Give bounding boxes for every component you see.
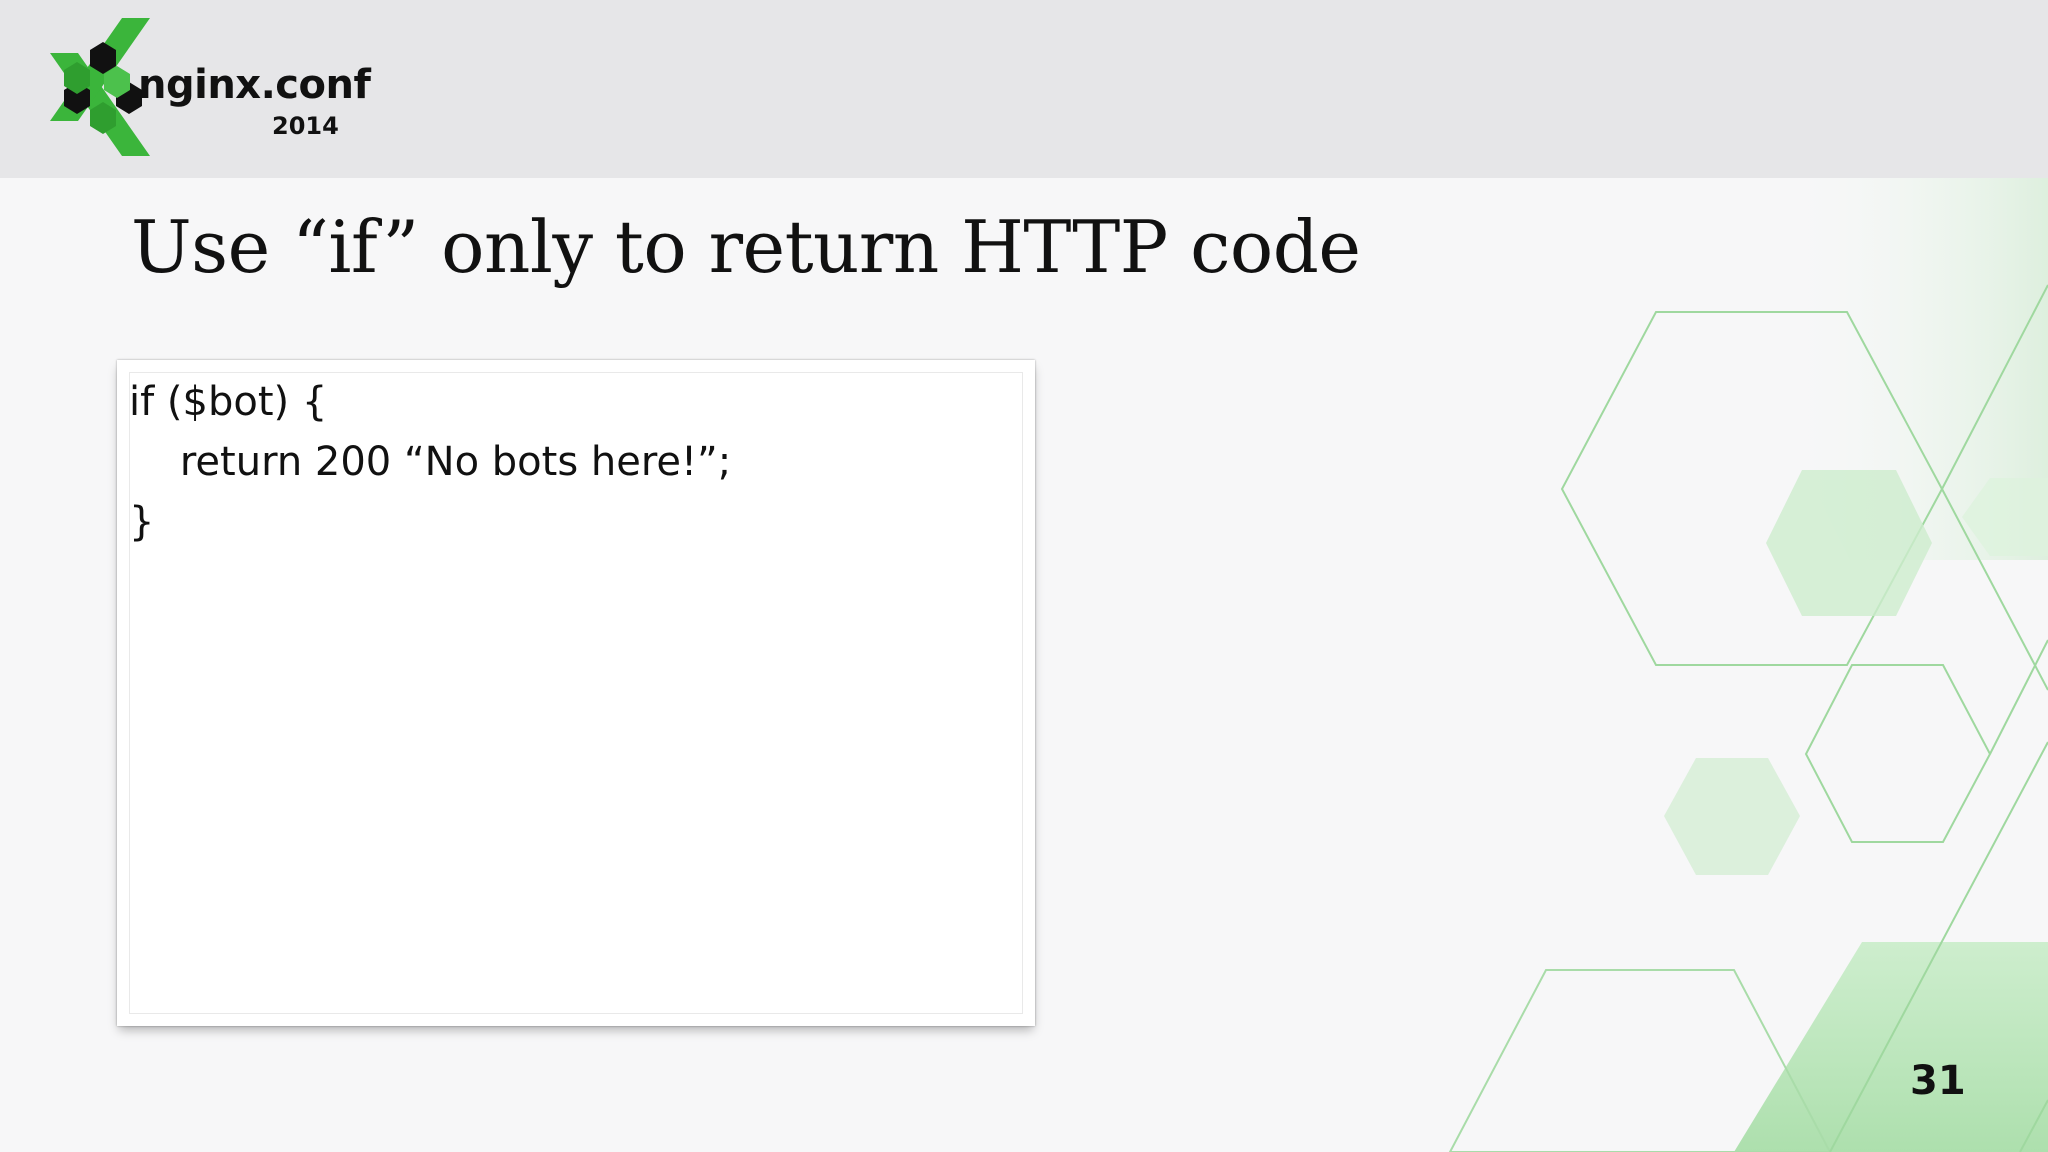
slide-title: Use “if” only to return HTTP code	[131, 205, 1361, 289]
page-number: 31	[1910, 1058, 1966, 1104]
code-line: if ($bot) {	[129, 379, 328, 425]
code-line: return 200 “No bots here!”;	[129, 439, 732, 485]
code-block: if ($bot) { return 200 “No bots here!”; …	[117, 360, 1035, 1026]
slide: nginx.conf 2014 Use “if” only to return …	[0, 0, 2048, 1152]
code-line: }	[129, 499, 155, 545]
